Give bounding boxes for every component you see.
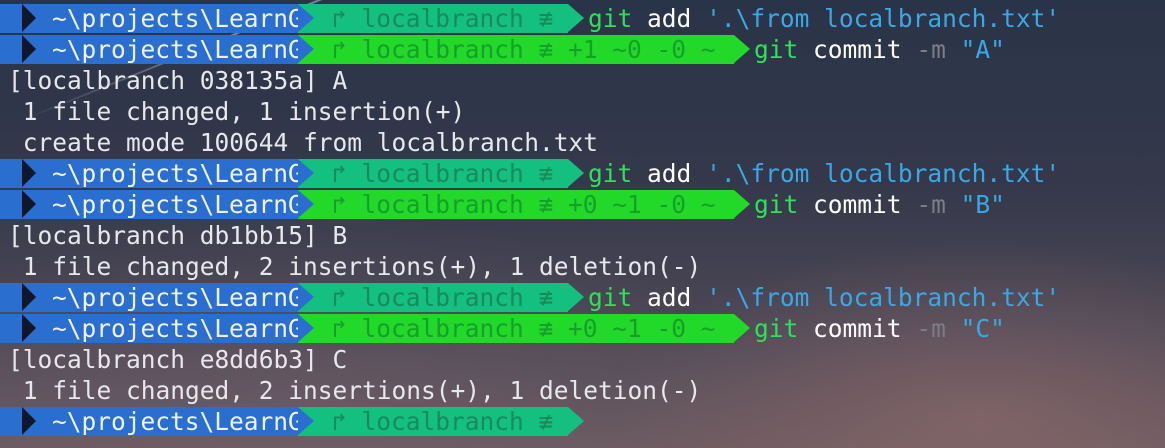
prompt-path: ~\projects\LearnGit <box>52 407 333 436</box>
output-line: [localbranch db1bb15] B <box>8 221 348 250</box>
command-git: git <box>588 283 633 312</box>
prompt-path-segment: ~\projects\LearnGit <box>0 35 332 64</box>
command-git: git <box>754 314 799 343</box>
command-text: git add '.\from localbranch.txt' <box>568 282 1060 313</box>
prompt-git-segment: ↱ localbranch ≢ <box>298 4 584 33</box>
command-argument: "B" <box>960 190 1005 219</box>
command-git: git <box>588 159 633 188</box>
output-line: create mode 100644 from localbranch.txt <box>8 128 599 157</box>
output-line: [localbranch e8dd6b3] C <box>8 345 348 374</box>
prompt-path-segment: ~\projects\LearnGit <box>0 283 332 312</box>
git-branch-status: ↱ localbranch ≢ +0 ~1 -0 ~ <box>332 314 716 343</box>
command-subcommand: add <box>647 4 692 33</box>
output-line: 1 file changed, 1 insertion(+) <box>8 97 466 126</box>
prompt-path: ~\projects\LearnGit <box>52 35 333 64</box>
git-branch-status: ↱ localbranch ≢ <box>332 407 554 436</box>
command-git: git <box>754 35 799 64</box>
prompt-path-segment: ~\projects\LearnGit <box>0 4 332 33</box>
command-text: git add '.\from localbranch.txt' <box>568 158 1060 189</box>
command-text: git commit -m "C" <box>734 313 1005 344</box>
command-argument: "A" <box>960 35 1005 64</box>
command-git: git <box>588 4 633 33</box>
prompt-path: ~\projects\LearnGit <box>52 283 333 312</box>
prompt-path-segment: ~\projects\LearnGit <box>0 407 332 436</box>
command-flag: -m <box>916 35 946 64</box>
prompt-git-segment: ↱ localbranch ≢ +1 ~0 -0 ~ <box>298 35 750 64</box>
prompt-git-segment: ↱ localbranch ≢ +0 ~1 -0 ~ <box>298 314 750 343</box>
prompt-path-segment: ~\projects\LearnGit <box>0 314 332 343</box>
output-line: [localbranch 038135a] A <box>8 66 348 95</box>
command-git: git <box>754 190 799 219</box>
command-argument: '.\from localbranch.txt' <box>706 159 1061 188</box>
prompt-line: ~\projects\LearnGit ↱ localbranch ≢ git … <box>0 158 1165 189</box>
git-branch-status: ↱ localbranch ≢ <box>332 283 554 312</box>
prompt-path-segment: ~\projects\LearnGit <box>0 159 332 188</box>
output-line: 1 file changed, 2 insertions(+), 1 delet… <box>8 376 702 405</box>
command-subcommand: add <box>647 159 692 188</box>
command-subcommand: commit <box>813 314 902 343</box>
prompt-git-segment: ↱ localbranch ≢ +0 ~1 -0 ~ <box>298 190 750 219</box>
prompt-line: ~\projects\LearnGit ↱ localbranch ≢ git … <box>0 3 1165 34</box>
git-branch-status: ↱ localbranch ≢ <box>332 4 554 33</box>
prompt-line: ~\projects\LearnGit ↱ localbranch ≢ +0 ~… <box>0 313 1165 344</box>
prompt-line-current[interactable]: ~\projects\LearnGit ↱ localbranch ≢ <box>0 406 1165 437</box>
prompt-path-segment: ~\projects\LearnGit <box>0 190 332 219</box>
terminal-window[interactable]: ~\projects\LearnGit ↱ localbranch ≢ git … <box>0 3 1165 437</box>
command-subcommand: commit <box>813 190 902 219</box>
command-subcommand: add <box>647 283 692 312</box>
prompt-git-segment: ↱ localbranch ≢ <box>298 159 584 188</box>
prompt-path: ~\projects\LearnGit <box>52 4 333 33</box>
command-text: git commit -m "A" <box>734 34 1005 65</box>
prompt-path: ~\projects\LearnGit <box>52 159 333 188</box>
command-text: git commit -m "B" <box>734 189 1005 220</box>
prompt-git-segment: ↱ localbranch ≢ <box>298 407 584 436</box>
command-argument: "C" <box>960 314 1005 343</box>
prompt-line: ~\projects\LearnGit ↱ localbranch ≢ +0 ~… <box>0 189 1165 220</box>
command-flag: -m <box>916 314 946 343</box>
prompt-path: ~\projects\LearnGit <box>52 190 333 219</box>
git-branch-status: ↱ localbranch ≢ +0 ~1 -0 ~ <box>332 190 716 219</box>
prompt-line: ~\projects\LearnGit ↱ localbranch ≢ git … <box>0 282 1165 313</box>
prompt-git-segment: ↱ localbranch ≢ <box>298 283 584 312</box>
output-line: 1 file changed, 2 insertions(+), 1 delet… <box>8 252 702 281</box>
git-branch-status: ↱ localbranch ≢ <box>332 159 554 188</box>
prompt-path: ~\projects\LearnGit <box>52 314 333 343</box>
command-argument: '.\from localbranch.txt' <box>706 283 1061 312</box>
command-text: git add '.\from localbranch.txt' <box>568 3 1060 34</box>
command-flag: -m <box>916 190 946 219</box>
prompt-line: ~\projects\LearnGit ↱ localbranch ≢ +1 ~… <box>0 34 1165 65</box>
git-branch-status: ↱ localbranch ≢ +1 ~0 -0 ~ <box>332 35 716 64</box>
command-subcommand: commit <box>813 35 902 64</box>
command-argument: '.\from localbranch.txt' <box>706 4 1061 33</box>
